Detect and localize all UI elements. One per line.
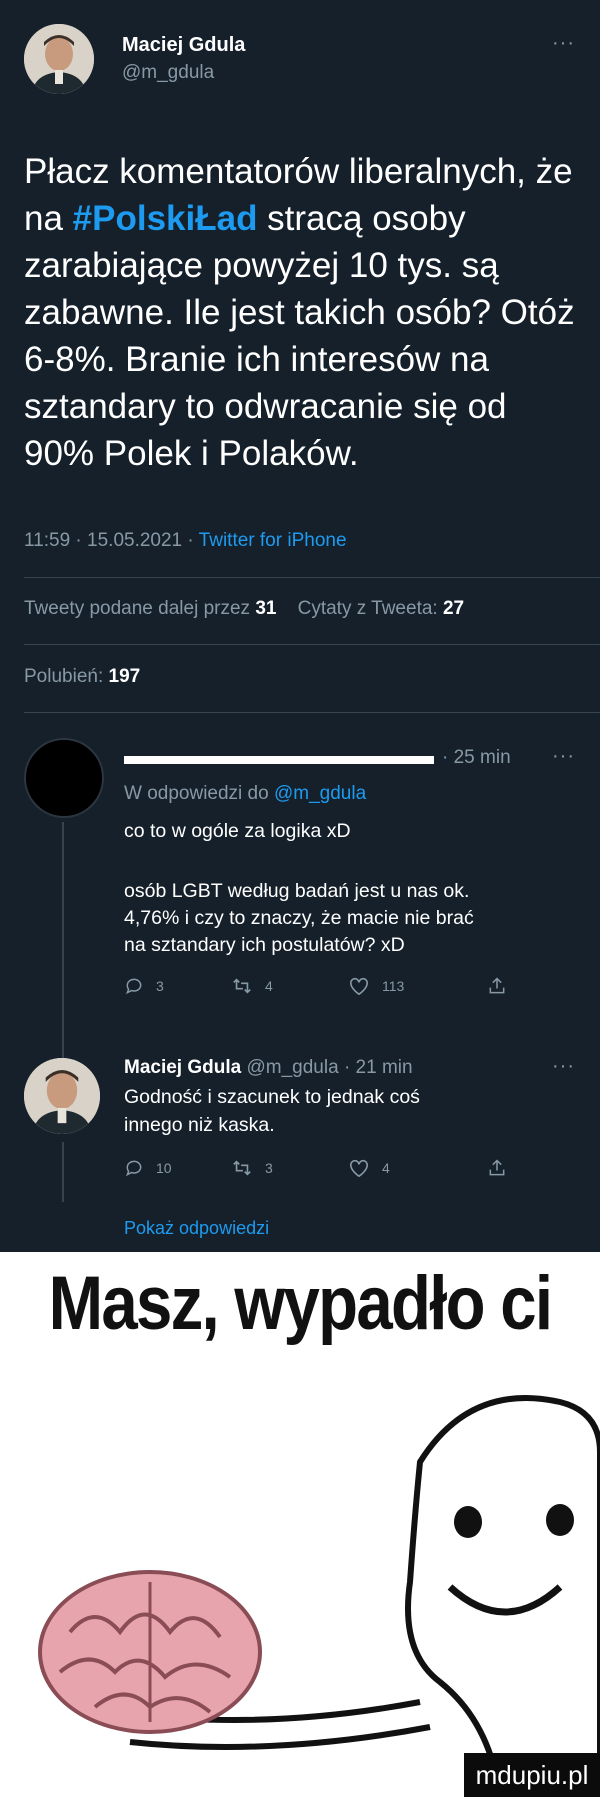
tweet-source-link[interactable]: Twitter for iPhone [199, 530, 347, 551]
retweets-label: Tweety podane dalej przez [24, 598, 251, 619]
replying-to-handle[interactable]: @m_gdula [274, 783, 366, 804]
reply-text-line: innego niż kaska. [124, 1114, 275, 1136]
avatar-photo-icon [24, 1058, 100, 1134]
tweet-text: Płacz komentatorów liberalnych, że na #P… [24, 148, 584, 477]
reply-author-line: Maciej Gdula @m_gdula · 21 min [124, 1057, 413, 1079]
reply-text-line: na sztandary ich postulatów? xD [124, 934, 405, 956]
retweet-button[interactable]: 3 [231, 1158, 273, 1178]
like-count: 4 [382, 1160, 390, 1176]
replying-to: W odpowiedzi do @m_gdula [124, 783, 366, 805]
share-icon [489, 1159, 505, 1176]
quotes-label: Cytaty z Tweeta: [297, 598, 438, 619]
like-button[interactable]: 4 [348, 1158, 390, 1178]
reply-count: 3 [156, 978, 164, 994]
reply-menu-icon[interactable]: ··· [552, 1055, 575, 1078]
show-replies-link[interactable]: Pokaż odpowiedzi [124, 1218, 269, 1239]
tweet-text-part: stracą osoby zarabiające powyżej 10 tys.… [24, 199, 575, 473]
reply-text-line: Godność i szacunek to jednak coś [124, 1086, 420, 1108]
reply-count: 10 [156, 1160, 172, 1176]
meme-image: Masz, wypadło ci mdupiu.pl [0, 1252, 600, 1797]
redacted-name [124, 756, 434, 764]
retweet-count: 4 [265, 978, 273, 994]
retweet-count: 3 [265, 1160, 273, 1176]
replying-to-prefix: W odpowiedzi do [124, 783, 274, 804]
retweet-icon [233, 1160, 251, 1176]
separator-dot: · [75, 530, 88, 551]
reply-time: · 25 min [442, 747, 511, 768]
avatar-photo-icon [24, 24, 94, 94]
quotes-stat[interactable]: Cytaty z Tweeta: 27 [298, 598, 465, 619]
brain-meme-drawing [38, 1395, 600, 1797]
author-name[interactable]: Maciej Gdula [122, 34, 245, 57]
separator-dot: · [187, 530, 199, 551]
tweet-menu-icon[interactable]: ··· [552, 32, 575, 55]
hashtag-link[interactable]: #PolskiŁad [73, 199, 258, 238]
share-button[interactable] [487, 976, 507, 996]
reply-menu-icon[interactable]: ··· [552, 745, 575, 768]
reply-author-handle[interactable]: @m_gdula [246, 1057, 338, 1078]
like-count: 113 [382, 978, 405, 994]
tweet-date: 15.05.2021 [87, 530, 183, 551]
thread-line [62, 822, 64, 1058]
reply-author-avatar[interactable] [24, 1058, 100, 1134]
likes-count: 197 [108, 666, 141, 687]
reply-avatar[interactable] [24, 738, 104, 818]
reply-author-name[interactable]: Maciej Gdula [124, 1057, 241, 1078]
share-button[interactable] [487, 1158, 507, 1178]
likes-stat[interactable]: Polubień: 197 [24, 666, 140, 688]
comment-icon [125, 1160, 142, 1177]
retweet-button[interactable]: 4 [231, 976, 273, 996]
engagement-stats: Tweety podane dalej przez 31 Cytaty z Tw… [24, 598, 464, 620]
reply-text-line: 4,76% i czy to znaczy, że macie nie brać [124, 907, 474, 929]
watermark: mdupiu.pl [464, 1753, 600, 1797]
reply-text-line: osób LGBT według badań jest u nas ok. [124, 880, 470, 902]
comment-icon [125, 978, 142, 995]
reply-actions: 10 3 4 [124, 1158, 544, 1184]
thread-line [62, 1142, 64, 1202]
tweet-meta: 11:59 · 15.05.2021 · Twitter for iPhone [24, 530, 347, 552]
author-handle[interactable]: @m_gdula [122, 62, 214, 84]
reply-text-line: co to w ogóle za logika xD [124, 820, 351, 842]
heart-icon [350, 977, 368, 996]
reply-button[interactable]: 3 [124, 976, 164, 996]
reply-actions: 3 4 113 [124, 976, 544, 1002]
divider [24, 644, 600, 645]
divider [24, 712, 600, 713]
reply-button[interactable]: 10 [124, 1158, 172, 1178]
reply-time: · 21 min [343, 1057, 413, 1078]
heart-icon [350, 1159, 368, 1178]
author-avatar[interactable] [24, 24, 94, 94]
divider [24, 577, 600, 578]
likes-label: Polubień: [24, 666, 104, 687]
quotes-count: 27 [442, 598, 465, 619]
share-icon [489, 977, 505, 994]
retweets-count: 31 [255, 598, 277, 619]
retweet-icon [233, 978, 251, 994]
tweet-time: 11:59 [24, 530, 71, 551]
like-button[interactable]: 113 [348, 976, 404, 996]
retweets-stat[interactable]: Tweety podane dalej przez 31 [24, 598, 276, 619]
